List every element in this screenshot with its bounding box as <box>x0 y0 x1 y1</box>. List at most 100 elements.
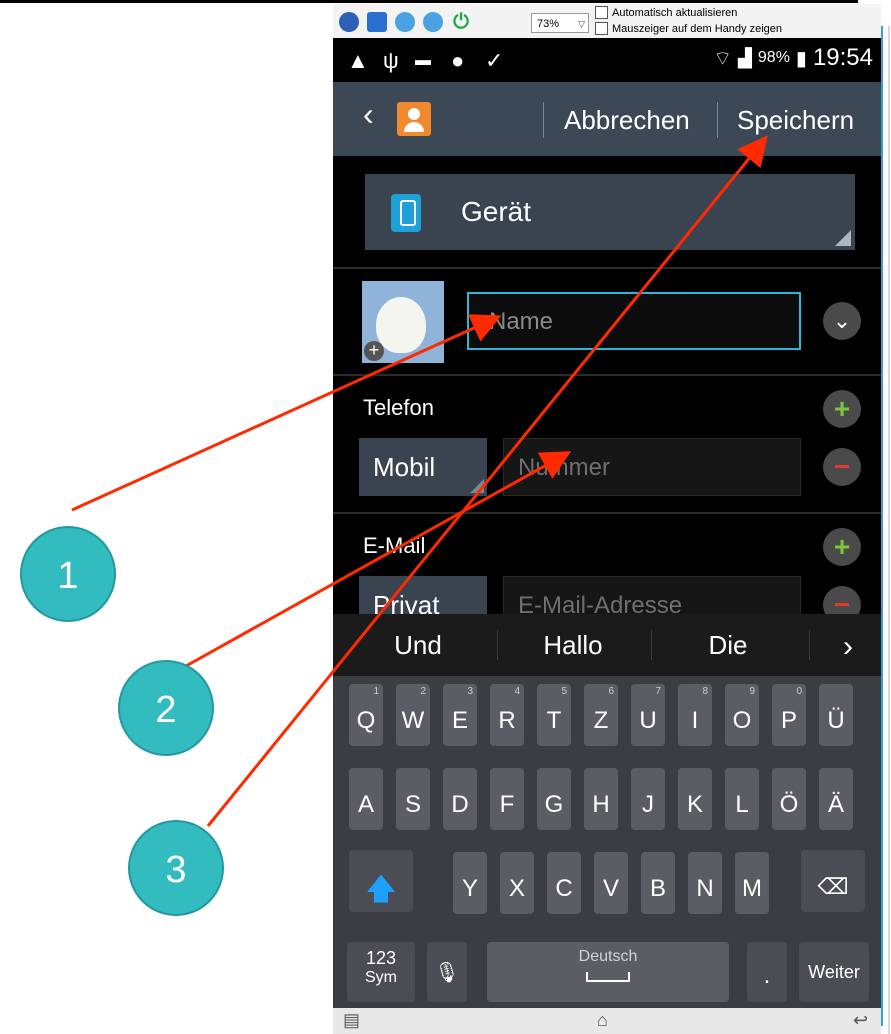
cancel-button[interactable]: Abbrechen <box>564 105 690 136</box>
key[interactable]: L <box>725 768 759 830</box>
key-label: O <box>732 707 752 734</box>
contact-photo[interactable]: + <box>362 281 444 363</box>
key[interactable]: 8I <box>678 684 712 746</box>
rotate-left-icon[interactable] <box>395 12 415 32</box>
refresh-app-icon[interactable] <box>339 12 359 32</box>
home-icon[interactable]: ⌂ <box>597 1010 608 1031</box>
key-number-hint: 6 <box>608 686 614 697</box>
remove-phone-minus-icon[interactable]: − <box>823 448 861 486</box>
period-key[interactable]: . <box>747 942 787 1002</box>
phone-type-select[interactable]: Mobil <box>359 438 487 496</box>
voice-input-key[interactable]: 🎙 <box>427 942 467 1002</box>
auto-refresh-option[interactable]: Automatisch aktualisieren <box>595 6 737 19</box>
account-selector[interactable]: Gerät <box>365 174 855 250</box>
key[interactable]: D <box>443 768 477 830</box>
back-chevron-icon[interactable]: ‹ <box>363 96 374 133</box>
section-divider <box>333 374 881 376</box>
key[interactable]: 2W <box>396 684 430 746</box>
email-section-label: E-Mail <box>363 533 426 558</box>
suggestion-divider <box>651 630 652 660</box>
contacts-app-icon <box>397 102 431 136</box>
key[interactable]: 0P <box>772 684 806 746</box>
annotation-bubble-3: 3 <box>128 820 224 916</box>
key[interactable]: F <box>490 768 524 830</box>
space-key-language: Deutsch <box>578 948 638 965</box>
back-icon[interactable]: ↩ <box>853 1010 868 1031</box>
dropdown-corner-icon <box>470 479 484 493</box>
key[interactable]: Ä <box>819 768 853 830</box>
key-label: Ü <box>827 707 845 734</box>
key-label: R <box>498 707 516 734</box>
key[interactable]: Ü <box>819 684 853 746</box>
key[interactable]: 7U <box>631 684 665 746</box>
warning-icon: ▲ <box>347 48 369 73</box>
symbols-key[interactable]: 123 Sym <box>347 942 415 1002</box>
key[interactable]: V <box>594 852 628 914</box>
suggestion-item[interactable]: Die <box>683 630 773 661</box>
save-disk-icon[interactable] <box>367 12 387 32</box>
dropdown-corner-icon <box>835 230 851 246</box>
status-right: ⌔ ▟ 98% ▮ 19:54 <box>713 44 873 72</box>
key[interactable]: J <box>631 768 665 830</box>
wifi-icon: ⌔ <box>713 47 733 70</box>
key[interactable]: X <box>500 852 534 914</box>
keyboard-icon: ▬ <box>415 52 431 69</box>
key[interactable]: 4R <box>490 684 524 746</box>
menu-icon[interactable]: ▤ <box>343 1010 360 1031</box>
suggestion-more-chevron-icon[interactable]: › <box>833 630 863 664</box>
key-number-hint: 0 <box>796 686 802 697</box>
backspace-key[interactable]: ⌫ <box>801 850 865 912</box>
key[interactable]: G <box>537 768 571 830</box>
key[interactable]: K <box>678 768 712 830</box>
key[interactable]: 9O <box>725 684 759 746</box>
key[interactable]: H <box>584 768 618 830</box>
key[interactable]: N <box>688 852 722 914</box>
phone-number-input[interactable]: Nummer <box>503 438 801 496</box>
microphone-icon: 🎙 <box>434 962 460 984</box>
power-icon[interactable]: ⏻ <box>451 12 471 32</box>
key[interactable]: Y <box>453 852 487 914</box>
zoom-select[interactable]: 73% ▽ <box>531 13 589 33</box>
add-email-plus-icon[interactable]: + <box>823 528 861 566</box>
phone-placeholder: Nummer <box>518 454 611 481</box>
next-key[interactable]: Weiter <box>799 942 869 1002</box>
chevron-down-icon: ▽ <box>578 19 585 29</box>
add-photo-icon[interactable]: + <box>364 341 384 361</box>
shift-arrow-icon: 🡅 <box>365 873 397 906</box>
key[interactable]: S <box>396 768 430 830</box>
shift-key[interactable]: 🡅 <box>349 850 413 912</box>
battery-percent: 98% <box>757 49 790 66</box>
mouse-pointer-checkbox[interactable] <box>595 22 608 35</box>
symbols-key-sub: Sym <box>365 969 397 986</box>
suggestion-item[interactable]: Und <box>373 630 463 661</box>
key[interactable]: A <box>349 768 383 830</box>
space-key[interactable]: Deutsch <box>487 942 729 1002</box>
name-input[interactable]: Name <box>467 292 801 350</box>
rotate-right-icon[interactable] <box>423 12 443 32</box>
suggestion-item[interactable]: Hallo <box>523 630 623 661</box>
key[interactable]: 6Z <box>584 684 618 746</box>
name-placeholder: Name <box>489 308 554 335</box>
key-label: E <box>451 707 468 734</box>
phone-screen: ▲ ψ ▬ ● ✓ ⌔ ▟ 98% ▮ 19:54 ‹ Abbrechen Sp… <box>333 38 881 1034</box>
mouse-pointer-option[interactable]: Mauszeiger auf dem Handy zeigen <box>595 22 782 35</box>
key[interactable]: 1Q <box>349 684 383 746</box>
next-key-label: Weiter <box>808 962 860 982</box>
keyboard: 1Q2W3E4R5T6Z7U8I9O0PÜ ASDFGHJKLÖÄ YXCVBN… <box>333 676 881 1008</box>
add-phone-plus-icon[interactable]: + <box>823 390 861 428</box>
top-divider-line <box>0 0 858 3</box>
save-button[interactable]: Speichern <box>737 105 854 136</box>
key[interactable]: 3E <box>443 684 477 746</box>
key[interactable]: B <box>641 852 675 914</box>
phone-type-label: Mobil <box>373 452 436 482</box>
key-number-hint: 9 <box>749 686 755 697</box>
key[interactable]: M <box>735 852 769 914</box>
auto-refresh-checkbox[interactable] <box>595 6 608 19</box>
window-frame-edge <box>881 26 883 1026</box>
key[interactable]: C <box>547 852 581 914</box>
suggestion-divider <box>497 630 498 660</box>
phone-section-label: Telefon <box>363 395 434 420</box>
key[interactable]: Ö <box>772 768 806 830</box>
expand-name-chevron-icon[interactable]: ⌄ <box>823 302 861 340</box>
key[interactable]: 5T <box>537 684 571 746</box>
